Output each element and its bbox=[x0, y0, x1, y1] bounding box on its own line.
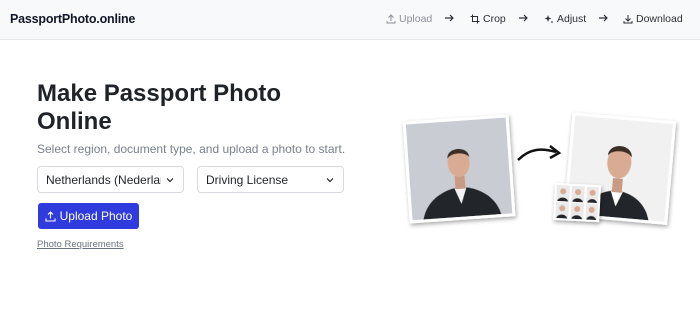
chevron-down-icon bbox=[326, 177, 334, 182]
step-label: Adjust bbox=[557, 13, 587, 25]
upload-icon bbox=[45, 210, 56, 222]
page-subtitle: Select region, document type, and upload… bbox=[37, 142, 346, 156]
document-type-select[interactable]: Driving License bbox=[197, 166, 344, 193]
header-bar: PassportPhoto.online Upload Crop Adjust … bbox=[0, 0, 700, 40]
sparkle-icon bbox=[544, 15, 554, 24]
step-download[interactable]: Download bbox=[623, 13, 683, 25]
brand-logo[interactable]: PassportPhoto.online bbox=[10, 12, 135, 26]
chevron-down-icon bbox=[166, 177, 174, 182]
arrow-right-icon bbox=[599, 14, 608, 22]
upload-icon bbox=[386, 14, 396, 24]
arrow-right-icon bbox=[519, 14, 528, 22]
page-title: Make Passport Photo Online bbox=[37, 80, 282, 135]
photo-requirements-link[interactable]: Photo Requirements bbox=[37, 239, 124, 250]
region-select-value: Netherlands (Nederland) bbox=[46, 172, 161, 187]
print-sheet bbox=[553, 182, 602, 223]
download-icon bbox=[623, 15, 633, 24]
document-select-value: Driving License bbox=[206, 172, 289, 187]
original-photo bbox=[402, 114, 516, 224]
upload-photo-label: Upload Photo bbox=[59, 209, 133, 223]
crop-icon bbox=[470, 14, 480, 24]
step-label: Crop bbox=[483, 13, 506, 25]
step-label: Upload bbox=[399, 13, 433, 25]
step-crop[interactable]: Crop bbox=[470, 13, 506, 25]
arrow-right-icon bbox=[445, 14, 454, 22]
before-after-illustration bbox=[402, 112, 677, 225]
step-label: Download bbox=[636, 13, 683, 25]
step-upload[interactable]: Upload bbox=[386, 13, 432, 25]
step-adjust[interactable]: Adjust bbox=[544, 13, 586, 25]
region-select[interactable]: Netherlands (Nederland) bbox=[37, 166, 184, 193]
upload-photo-button[interactable]: Upload Photo bbox=[38, 203, 139, 229]
